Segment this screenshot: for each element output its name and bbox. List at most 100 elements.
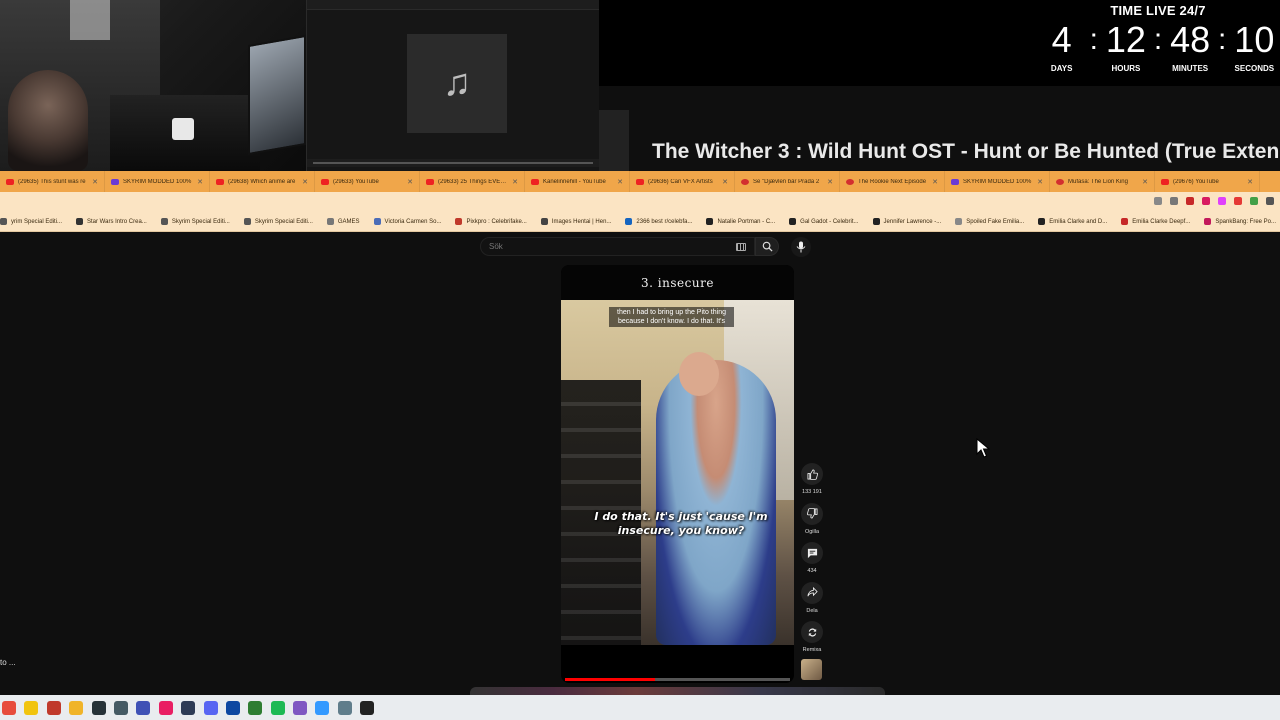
camera-icon[interactable]	[113, 700, 128, 715]
download-icon[interactable]	[1250, 197, 1258, 205]
bookmark-item[interactable]: Victoria Carmen So...	[373, 218, 441, 225]
like-button[interactable]	[801, 463, 823, 485]
notepad-icon[interactable]	[315, 700, 330, 715]
bookmark-item[interactable]: Emilia Clarke and D...	[1038, 218, 1107, 225]
search-button[interactable]	[755, 237, 779, 256]
search-box[interactable]: Sök	[480, 237, 755, 256]
close-icon[interactable]: ✕	[617, 178, 623, 186]
tab-label: Mufasa: The Lion King	[1068, 178, 1128, 185]
menu-icon[interactable]	[1266, 197, 1274, 205]
search-input[interactable]: Sök	[489, 242, 503, 251]
short-video-player[interactable]: 3. insecure then I had to bring up the P…	[561, 265, 794, 683]
remix-action: Remixa	[798, 621, 826, 661]
video-frame[interactable]: then I had to bring up the Pito thing be…	[561, 300, 794, 645]
terminal-icon[interactable]	[91, 700, 106, 715]
comments-action: 434	[798, 542, 826, 582]
browser-tab[interactable]: The Rookie Next Episode ✕	[840, 171, 945, 192]
close-icon[interactable]: ✕	[197, 178, 203, 186]
file-explorer-icon[interactable]	[69, 700, 84, 715]
xbox-icon[interactable]	[248, 700, 263, 715]
browser-tab[interactable]: (29633) YouTube ✕	[315, 171, 420, 192]
browser-tab[interactable]: (29676) YouTube ✕	[1155, 171, 1260, 192]
bookmark-favicon-icon	[455, 218, 463, 225]
close-icon[interactable]: ✕	[932, 178, 938, 186]
browser-tab[interactable]: SKYRIM MODDED 100% ✕	[105, 171, 210, 192]
extension-icon[interactable]	[1234, 197, 1242, 205]
sound-channel-thumbnail[interactable]	[801, 659, 822, 680]
voice-search-button[interactable]	[791, 237, 811, 257]
bookmark-star-icon[interactable]	[1170, 197, 1178, 205]
browser-tab[interactable]: (29635) This stunt was re ✕	[0, 171, 105, 192]
bookmark-item[interactable]: Spoiled Fake Emilia...	[955, 218, 1024, 225]
bookmark-item[interactable]: yrim Special Editi...	[0, 218, 62, 225]
bookmark-item[interactable]: 2366 best r/celebfa...	[625, 218, 692, 225]
webcam-monitor	[248, 34, 306, 156]
bookmark-item[interactable]: Gal Gadot - Celebrit...	[789, 218, 859, 225]
browser-tab[interactable]: Mufasa: The Lion King ✕	[1050, 171, 1155, 192]
close-icon[interactable]: ✕	[302, 178, 308, 186]
bookmark-item[interactable]: Jennifer Lawrence -...	[872, 218, 941, 225]
settings-icon[interactable]	[337, 700, 352, 715]
bookmark-item[interactable]: Pixkpro : Celebrifake...	[455, 218, 527, 225]
browser-tab[interactable]: SKYRIM MODDED 100% ✕	[945, 171, 1050, 192]
site-icon	[1056, 178, 1064, 185]
bookmark-item[interactable]: Skyrim Special Editi...	[243, 218, 313, 225]
timer-separator: :	[1153, 23, 1163, 56]
browser-tab[interactable]: (29638) Which anime are ✕	[210, 171, 315, 192]
bookmark-item[interactable]: SpankBang: Free Po...	[1204, 218, 1276, 225]
steam-icon[interactable]	[181, 700, 196, 715]
chrome-icon[interactable]	[2, 700, 16, 715]
sidebar-fragment[interactable]: to ...	[0, 658, 16, 667]
bookmark-item[interactable]: Natalie Portman - C...	[706, 218, 775, 225]
bookmark-item[interactable]: Skyrim Special Editi...	[160, 218, 230, 225]
close-icon[interactable]: ✕	[512, 178, 518, 186]
tab-label: (29676) YouTube	[1173, 178, 1219, 185]
close-icon[interactable]: ✕	[722, 178, 728, 186]
youtube-icon	[426, 178, 434, 185]
extension-icon[interactable]	[1186, 197, 1194, 205]
obs-icon[interactable]	[360, 700, 375, 715]
browser-tab[interactable]: Se "Djævlen bär Prada 2 ✕	[735, 171, 840, 192]
close-icon[interactable]: ✕	[827, 178, 833, 186]
share-button[interactable]	[801, 581, 823, 604]
comment-icon	[807, 548, 817, 558]
video-progress-bar[interactable]	[565, 678, 790, 681]
photoshop-icon[interactable]	[225, 700, 240, 715]
media-icon[interactable]	[46, 700, 61, 715]
youtube-icon	[1161, 178, 1169, 185]
discord-icon[interactable]	[203, 700, 218, 715]
keyboard-icon[interactable]	[736, 243, 746, 251]
dislike-button[interactable]	[801, 502, 823, 525]
next-short-preview[interactable]	[470, 687, 885, 695]
paint-icon[interactable]	[24, 700, 39, 715]
browser-tab[interactable]: Kanelinnehill - YouTube ✕	[525, 171, 630, 192]
close-icon[interactable]: ✕	[407, 178, 413, 186]
browser-tab-strip: (29635) This stunt was re ✕ SKYRIM MODDED …	[0, 171, 1280, 192]
install-app-icon[interactable]	[1154, 197, 1162, 205]
close-icon[interactable]: ✕	[1247, 178, 1253, 186]
thumbs-up-icon	[807, 469, 818, 480]
close-icon[interactable]: ✕	[92, 178, 98, 186]
spotify-icon[interactable]	[270, 700, 285, 715]
close-icon[interactable]: ✕	[1037, 178, 1043, 186]
close-icon[interactable]: ✕	[1142, 178, 1148, 186]
sticky-notes-icon[interactable]	[136, 700, 151, 715]
comments-button[interactable]	[801, 542, 823, 564]
browser-tab[interactable]: (29633) 25 Things EVERY ✕	[420, 171, 525, 192]
bookmark-item[interactable]: Images Hentai | Hen...	[540, 218, 611, 225]
bookmark-item[interactable]: Star Wars Intro Crea...	[76, 218, 147, 225]
timer-days-label: DAYS	[1050, 64, 1073, 73]
browser-icon[interactable]	[293, 700, 308, 715]
browser-tab[interactable]: (29636) Can VFX Artists ✕	[630, 171, 735, 192]
tab-label: (29633) YouTube	[333, 178, 379, 185]
opera-icon[interactable]	[158, 700, 173, 715]
extension-icon[interactable]	[1218, 197, 1226, 205]
bookmark-item[interactable]: Emilia Clarke Deepf...	[1121, 218, 1190, 225]
bookmark-item[interactable]: GAMES	[326, 218, 360, 225]
bookmark-favicon-icon	[872, 218, 880, 225]
remix-button[interactable]	[801, 621, 823, 643]
timer-seconds-label: SECONDS	[1234, 64, 1275, 73]
extension-icon[interactable]	[1202, 197, 1210, 205]
extension-icons	[1154, 197, 1274, 205]
bookmark-favicon-icon	[1038, 218, 1046, 225]
